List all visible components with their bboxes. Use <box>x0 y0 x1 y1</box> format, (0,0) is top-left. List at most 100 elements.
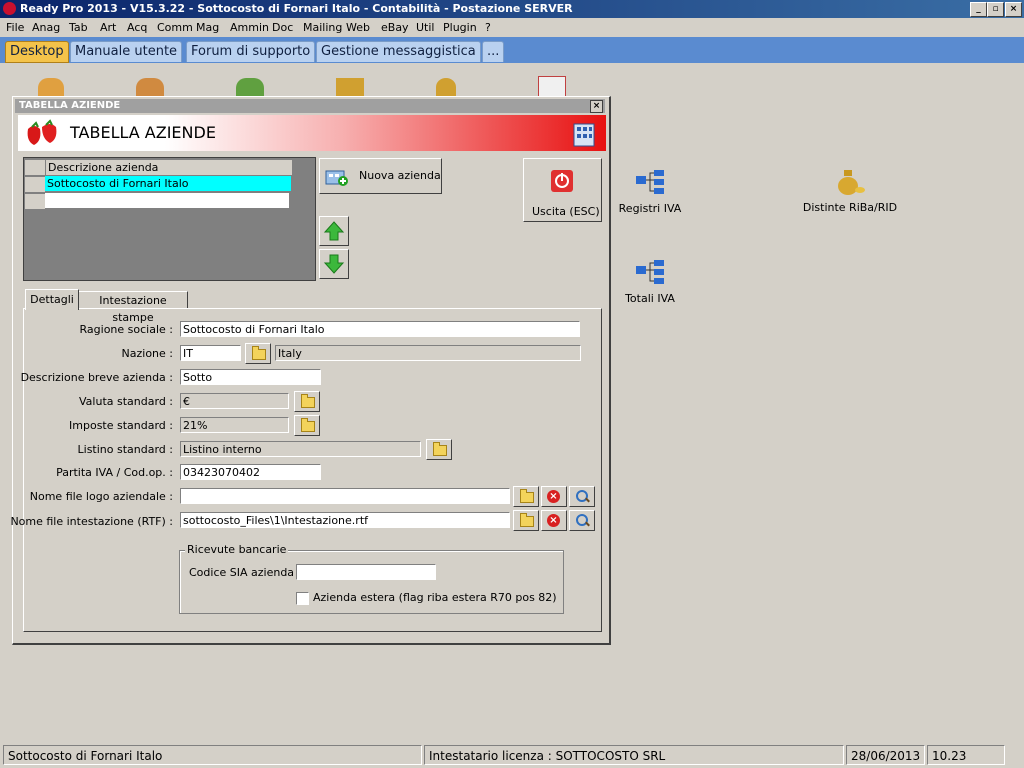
descrizione-breve-label: Descrizione breve azienda : <box>20 371 173 384</box>
status-time: 10.23 <box>927 745 1005 765</box>
descrizione-breve-input[interactable]: Sotto <box>180 369 321 385</box>
menu-ammin[interactable]: Ammin <box>230 21 269 34</box>
menu-web[interactable]: Web <box>346 21 370 34</box>
nazione-browse-button[interactable] <box>245 343 271 364</box>
grid-row-indicator <box>24 176 46 193</box>
menu-acq[interactable]: Acq <box>127 21 147 34</box>
exit-button[interactable]: Uscita (ESC) <box>523 158 602 222</box>
move-up-button[interactable] <box>319 216 349 246</box>
distinte-label: Distinte RiBa/RID <box>802 201 898 214</box>
logo-clear-button[interactable]: × <box>541 486 567 507</box>
listino-browse-button[interactable] <box>426 439 452 460</box>
menu-doc[interactable]: Doc <box>272 21 293 34</box>
logo-file-label: Nome file logo aziendale : <box>29 490 173 503</box>
desktop-distinte[interactable]: Distinte RiBa/RID <box>795 166 905 214</box>
folder-icon <box>433 442 447 456</box>
menu-art[interactable]: Art <box>100 21 116 34</box>
move-down-button[interactable] <box>319 249 349 279</box>
partita-iva-label: Partita IVA / Cod.op. : <box>56 466 173 479</box>
clear-icon: × <box>547 490 560 503</box>
menu-mag[interactable]: Mag <box>196 21 219 34</box>
tab-desktop[interactable]: Desktop <box>5 41 69 63</box>
title-bar: Ready Pro 2013 - V15.3.22 - Sottocosto d… <box>0 0 1024 18</box>
maximize-button[interactable]: ▫ <box>987 2 1004 17</box>
nazione-label: Nazione : <box>121 347 173 360</box>
menu-anag[interactable]: Anag <box>32 21 60 34</box>
dialog-title: TABELLA AZIENDE <box>19 100 121 111</box>
rtf-clear-button[interactable]: × <box>541 510 567 531</box>
tab-manuale[interactable]: Manuale utente <box>70 41 183 62</box>
users-icon[interactable] <box>38 78 64 96</box>
dialog-close-button[interactable]: × <box>590 100 603 113</box>
grid-header: Descrizione azienda <box>45 159 293 176</box>
tab-dettagli[interactable]: Dettagli <box>25 289 79 310</box>
status-date: 28/06/2013 <box>846 745 925 765</box>
boxes-icon[interactable] <box>336 78 364 96</box>
imposte-label: Imposte standard : <box>69 419 173 432</box>
tab-more[interactable]: ... <box>482 41 505 62</box>
arrow-down-icon <box>323 254 345 274</box>
azienda-estera-checkbox[interactable] <box>296 592 309 605</box>
new-company-label: Nuova azienda <box>359 169 441 182</box>
close-button[interactable]: × <box>1005 2 1022 17</box>
valuta-field: € <box>180 393 289 409</box>
listino-field: Listino interno <box>180 441 421 457</box>
customers-icon[interactable] <box>136 78 164 96</box>
ragione-sociale-label: Ragione sociale : <box>79 323 173 336</box>
codice-sia-label: Codice SIA azienda : <box>189 566 302 579</box>
menu-tab[interactable]: Tab <box>69 21 88 34</box>
ricevute-group <box>179 550 564 614</box>
rtf-file-input[interactable]: sottocosto_Files\1\Intestazione.rtf <box>180 512 510 528</box>
agents-icon[interactable] <box>236 78 264 96</box>
status-license: Intestatario licenza : SOTTOCOSTO SRL <box>424 745 844 765</box>
tab-intestazione[interactable]: Intestazione stampe <box>78 291 188 324</box>
imposte-field: 21% <box>180 417 289 433</box>
nazione-code-input[interactable]: IT <box>180 345 241 361</box>
desktop-totali-iva[interactable]: Totali IVA <box>610 258 690 305</box>
dialog-banner: TABELLA AZIENDE <box>18 115 606 151</box>
ragione-sociale-input[interactable]: Sottocosto di Fornari Italo <box>180 321 580 337</box>
money-bag-icon[interactable] <box>436 78 456 96</box>
folder-icon <box>252 346 266 360</box>
menu-util[interactable]: Util <box>416 21 434 34</box>
valuta-browse-button[interactable] <box>294 391 320 412</box>
nazione-name-field: Italy <box>275 345 581 361</box>
clear-icon: × <box>547 514 560 527</box>
status-company: Sottocosto di Fornari Italo <box>3 745 422 765</box>
tab-forum[interactable]: Forum di supporto <box>186 41 316 62</box>
logo-file-input[interactable] <box>180 488 510 504</box>
rtf-browse-button[interactable] <box>513 510 539 531</box>
minimize-button[interactable]: _ <box>970 2 987 17</box>
new-company-button[interactable]: Nuova azienda <box>319 158 442 194</box>
menu-ebay[interactable]: eBay <box>381 21 409 34</box>
company-grid[interactable]: Descrizione azienda Sottocosto di Fornar… <box>23 157 316 281</box>
arrow-up-icon <box>323 221 345 241</box>
folder-icon <box>520 489 534 503</box>
building-icon <box>573 123 595 147</box>
grid-row-empty[interactable] <box>45 193 289 208</box>
logo-preview-button[interactable] <box>569 486 595 507</box>
workspace-tab-bar: Desktop Manuale utente Forum di supporto… <box>0 37 1024 63</box>
listino-label: Listino standard : <box>77 443 173 456</box>
desktop-registri-iva[interactable]: Registri IVA <box>610 168 690 215</box>
document-icon[interactable] <box>538 76 566 98</box>
app-icon <box>3 2 16 15</box>
menu-mailing[interactable]: Mailing <box>303 21 342 34</box>
logo-browse-button[interactable] <box>513 486 539 507</box>
tab-messaggistica[interactable]: Gestione messaggistica <box>316 41 481 62</box>
codice-sia-input[interactable] <box>296 564 436 580</box>
menu-file[interactable]: File <box>6 21 24 34</box>
imposte-browse-button[interactable] <box>294 415 320 436</box>
exit-label: Uscita (ESC) <box>532 205 600 218</box>
menu-help[interactable]: ? <box>485 21 491 34</box>
valuta-label: Valuta standard : <box>79 395 173 408</box>
strawberry-icon <box>27 119 57 145</box>
folder-icon <box>520 513 534 527</box>
partita-iva-input[interactable]: 03423070402 <box>180 464 321 480</box>
menu-comm[interactable]: Comm <box>157 21 193 34</box>
rtf-preview-button[interactable] <box>569 510 595 531</box>
banner-title: TABELLA AZIENDE <box>70 123 216 142</box>
grid-corner <box>24 159 46 176</box>
menu-plugin[interactable]: Plugin <box>443 21 477 34</box>
grid-row-selected[interactable]: Sottocosto di Fornari Italo <box>45 176 291 191</box>
